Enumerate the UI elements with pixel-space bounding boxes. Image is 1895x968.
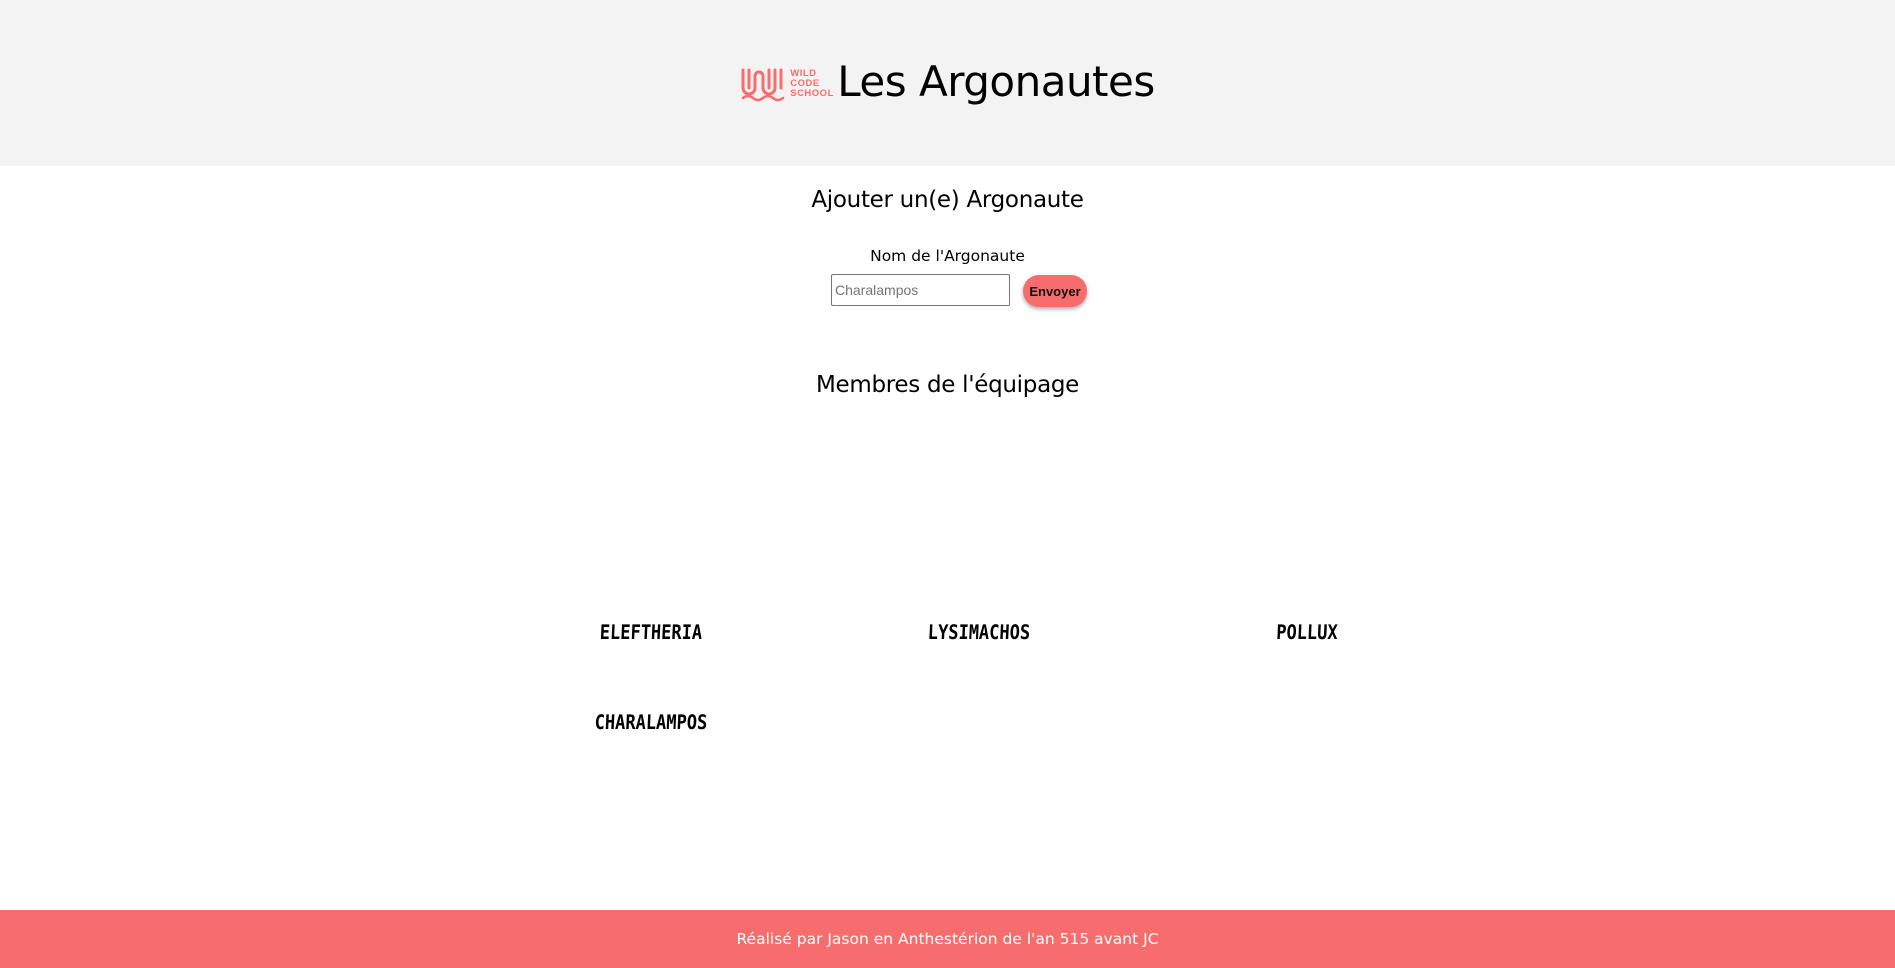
- member-item: Pollux: [1271, 620, 1343, 644]
- member-name: Eleftheria: [599, 620, 703, 644]
- member-name: Pollux: [1275, 620, 1339, 644]
- logo-text: WILD CODE SCHOOL: [790, 67, 834, 99]
- logo-line-wild: WILD: [790, 67, 817, 79]
- name-label: Nom de l'Argonaute: [870, 247, 1025, 265]
- brand: WILD CODE SCHOOL Les Argonautes: [740, 60, 1155, 104]
- submit-button[interactable]: Envoyer: [1023, 275, 1087, 307]
- member-item: Charalampos: [585, 710, 717, 734]
- site-header: WILD CODE SCHOOL Les Argonautes: [0, 0, 1895, 166]
- footer-credit: Réalisé par Jason en Anthestérion de l'a…: [736, 930, 1159, 948]
- page-title: Les Argonautes: [837, 56, 1155, 106]
- wild-code-school-logo: WILD CODE SCHOOL: [740, 64, 836, 104]
- member-list: Eleftheria Lysimachos Pollux Charalampos: [0, 446, 1895, 734]
- member-item: Eleftheria: [591, 620, 711, 644]
- member-name: Lysimachos: [927, 620, 1031, 644]
- add-argonaut-title: Ajouter un(e) Argonaute: [811, 187, 1084, 213]
- member-name: Charalampos: [594, 710, 708, 734]
- logo-line-code: CODE: [790, 77, 820, 89]
- site-footer: Réalisé par Jason en Anthestérion de l'a…: [0, 910, 1895, 968]
- argonaut-name-input[interactable]: [831, 274, 1010, 306]
- wild-code-school-icon: [741, 68, 785, 101]
- member-item: Lysimachos: [919, 620, 1039, 644]
- crew-title: Membres de l'équipage: [815, 372, 1080, 398]
- logo-line-school: SCHOOL: [790, 87, 834, 99]
